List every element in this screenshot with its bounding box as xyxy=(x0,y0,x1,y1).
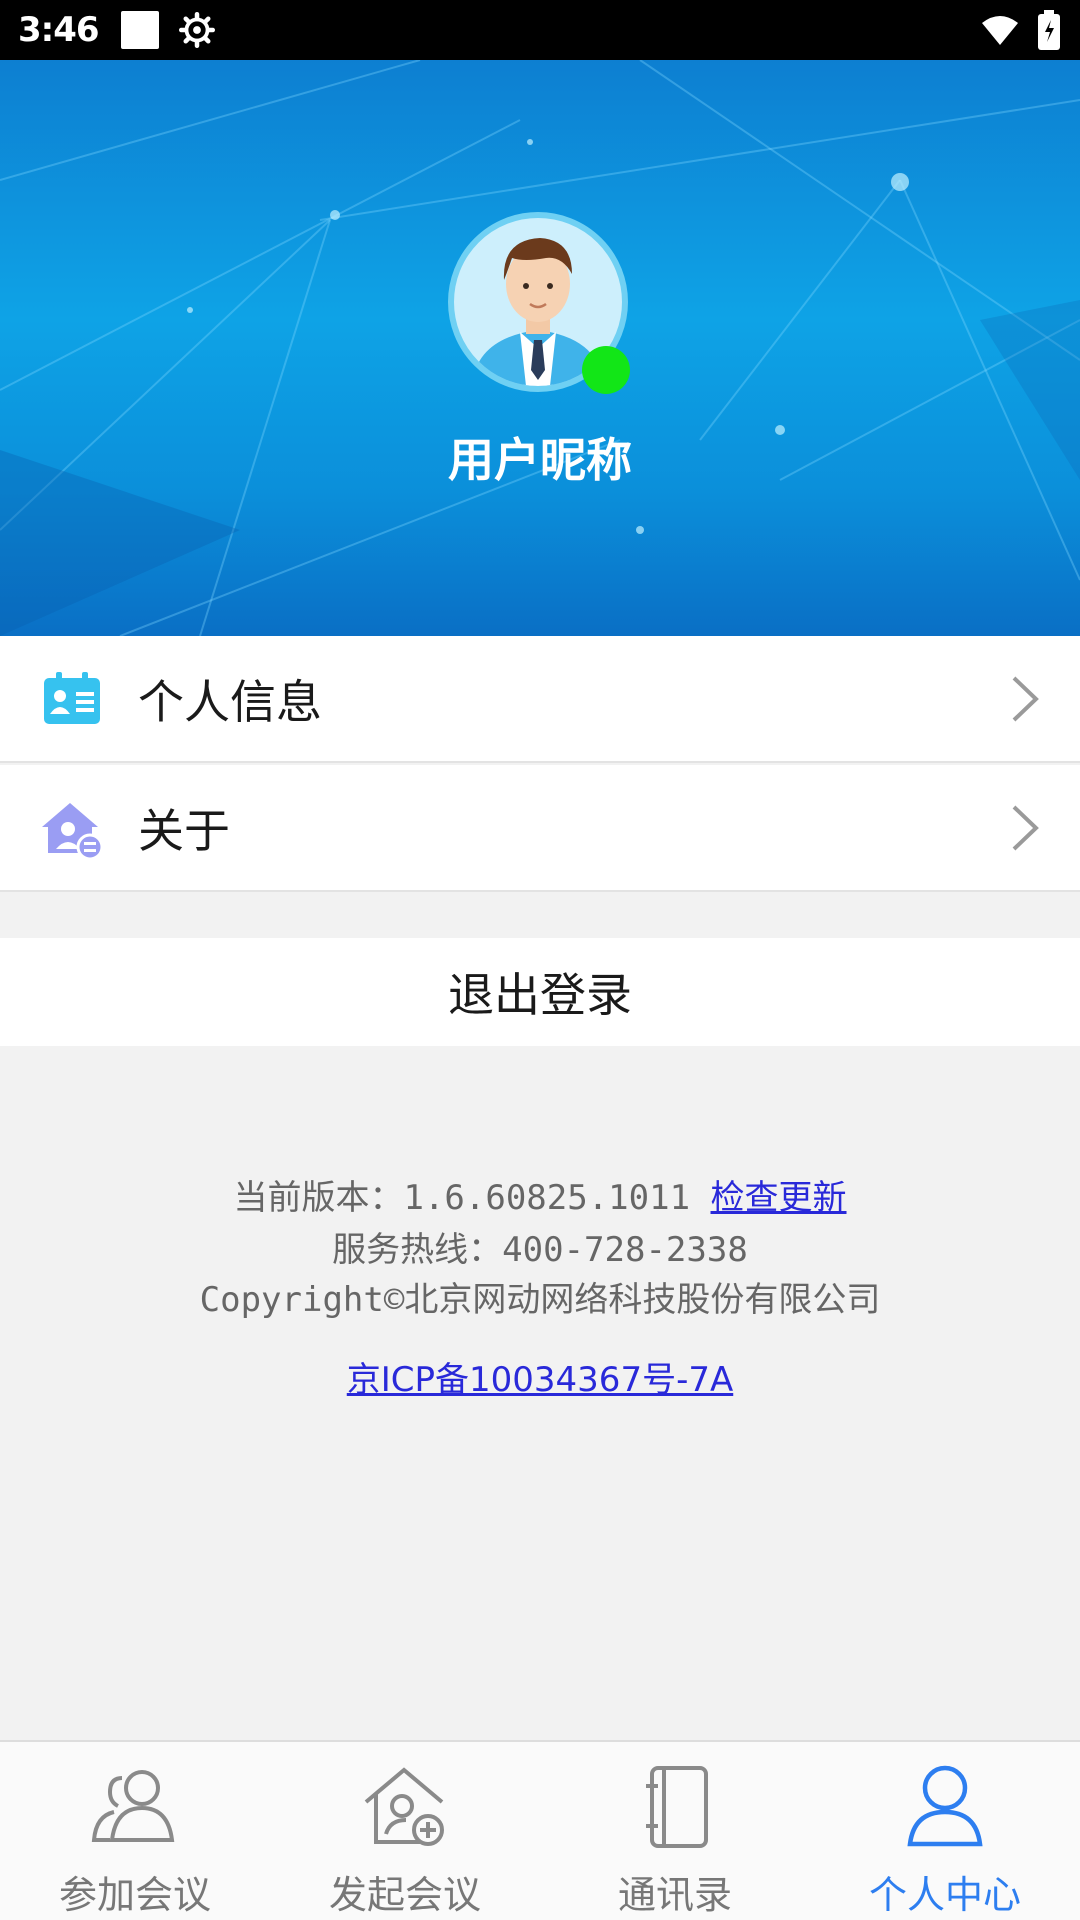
online-status-dot xyxy=(582,346,630,394)
nav-label: 发起会议 xyxy=(328,1873,481,1917)
nav-start-meeting[interactable]: 发起会议 xyxy=(270,1742,540,1920)
user-nickname: 用户昵称 xyxy=(448,433,632,487)
id-card-icon xyxy=(44,671,100,724)
nav-personal-center[interactable]: 个人中心 xyxy=(810,1742,1080,1920)
icp-link[interactable]: 京ICP备10034367号-7A xyxy=(347,1360,733,1400)
version-line: 当前版本：1.6.60825.1011 检查更新 xyxy=(0,1170,1080,1219)
house-user-icon xyxy=(42,802,104,860)
notification-icon xyxy=(120,11,159,49)
status-time: 3:46 xyxy=(18,10,100,50)
profile-header: 用户昵称 xyxy=(0,60,1080,636)
copyright-text: Copyright©北京网动网络科技股份有限公司 xyxy=(199,1280,881,1320)
address-book-icon xyxy=(646,1766,708,1848)
wifi-icon xyxy=(982,16,1018,45)
nav-label: 个人中心 xyxy=(868,1873,1021,1917)
settings-gear-icon xyxy=(178,12,215,48)
menu-item-about[interactable]: 关于 xyxy=(0,765,1080,892)
battery-icon xyxy=(1038,10,1060,50)
menu-item-label: 关于 xyxy=(138,803,230,858)
chevron-right-icon xyxy=(1012,676,1039,721)
check-update-link[interactable]: 检查更新 xyxy=(711,1178,847,1218)
version-text: 当前版本：1.6.60825.1011 xyxy=(233,1178,711,1218)
nav-contacts[interactable]: 通讯录 xyxy=(540,1742,810,1920)
menu-item-label: 个人信息 xyxy=(138,674,322,729)
person-icon xyxy=(907,1765,983,1847)
logout-button[interactable]: 退出登录 xyxy=(0,938,1080,1046)
nav-label: 参加会议 xyxy=(58,1873,211,1917)
service-hotline: 服务热线：400-728-2338 xyxy=(332,1230,748,1270)
nav-label: 通讯录 xyxy=(617,1873,732,1917)
bottom-nav: 参加会议 发起会议 通讯录 个人中心 xyxy=(0,1740,1080,1920)
users-icon xyxy=(91,1770,175,1842)
chevron-right-icon xyxy=(1012,805,1039,850)
house-plus-icon xyxy=(364,1767,444,1846)
nav-join-meeting[interactable]: 参加会议 xyxy=(0,1742,270,1920)
icp-line: 京ICP备10034367号-7A xyxy=(0,1352,1080,1401)
status-bar: 3:46 xyxy=(0,0,1080,60)
menu-item-personal-info[interactable]: 个人信息 xyxy=(0,636,1080,763)
